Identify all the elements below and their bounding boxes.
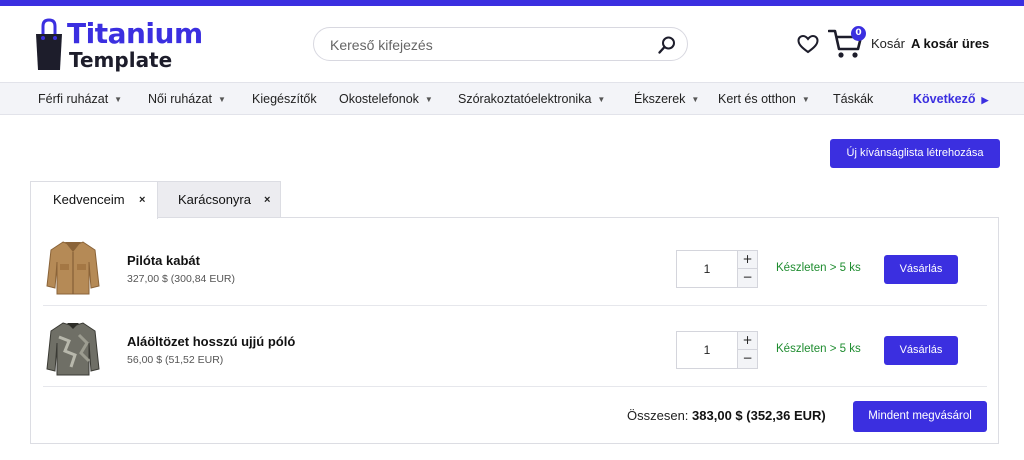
chevron-down-icon: ▼ [801,94,810,104]
nav-item-taskak[interactable]: Táskák [833,83,873,115]
heart-icon[interactable] [797,34,819,54]
chevron-down-icon: ▼ [424,94,433,104]
wishlist-item: Aláöltözet hosszú ujjú póló 56,00 $ (51,… [43,307,987,387]
wishlist-panel: Pilóta kabát 327,00 $ (300,84 EUR) + − K… [30,217,999,444]
cart-label[interactable]: Kosár [871,36,905,51]
stock-status: Készleten > 5 ks [776,262,861,274]
tab-kedvenceim[interactable]: Kedvenceim × [30,181,158,219]
buy-all-button[interactable]: Mindent megvásárol [853,401,987,432]
nav-item-okostelefonok[interactable]: Okostelefonok ▼ [339,83,433,115]
create-wishlist-button[interactable]: Új kívánságlista létrehozása [830,139,1000,168]
tab-label: Kedvenceim [53,192,125,207]
tab-karacsonyra[interactable]: Karácsonyra × [157,181,281,218]
nav-item-label: Kiegészítők [252,92,317,106]
category-nav: Férfi ruházat ▼ Női ruházat ▼ Kiegészítők … [0,82,1024,115]
nav-item-label: Ékszerek [634,92,686,106]
stock-status: Készleten > 5 ks [776,343,861,355]
wishlist-total: Összesen: 383,00 $ (352,36 EUR) [627,408,826,423]
logo-title: Titanium [67,17,203,50]
quantity-input[interactable] [677,251,737,287]
chevron-down-icon: ▼ [691,94,700,104]
quantity-decrease-button[interactable]: − [737,350,757,368]
nav-item-ferfi-ruhazat[interactable]: Férfi ruházat ▼ [38,83,122,115]
shirt-image[interactable] [45,317,101,377]
nav-item-noi-ruhazat[interactable]: Női ruházat ▼ [148,83,226,115]
quantity-decrease-button[interactable]: − [737,269,757,287]
shopping-bag-logo-icon [36,18,62,70]
logo-subtitle: Template [69,48,173,72]
tab-label: Karácsonyra [178,192,251,207]
buy-button[interactable]: Vásárlás [884,255,958,284]
quantity-input[interactable] [677,332,737,368]
close-icon[interactable]: × [264,182,270,218]
chevron-down-icon: ▼ [597,94,606,104]
chevron-down-icon: ▼ [114,94,123,104]
quantity-increase-button[interactable]: + [737,251,757,269]
site-header: Titanium Template 0 Kosár A kosár üres [0,6,1024,82]
total-value: 383,00 $ (352,36 EUR) [692,408,826,423]
nav-next-label: Következő [913,92,976,106]
nav-item-label: Okostelefonok [339,92,419,106]
nav-item-label: Szórakoztatóelektronika [458,92,592,106]
wishlist-item: Pilóta kabát 327,00 $ (300,84 EUR) + − K… [43,226,987,306]
close-icon[interactable]: × [139,182,145,218]
cart-status[interactable]: A kosár üres [911,36,989,51]
buy-button[interactable]: Vásárlás [884,336,958,365]
product-name[interactable]: Aláöltözet hosszú ujjú póló [127,334,295,349]
quantity-stepper: + − [676,250,758,288]
nav-item-label: Táskák [833,92,874,106]
product-name[interactable]: Pilóta kabát [127,253,200,268]
nav-item-label: Női ruházat [148,92,212,106]
jacket-image[interactable] [45,236,101,296]
quantity-stepper: + − [676,331,758,369]
cart-count-badge: 0 [851,26,866,41]
search-input[interactable] [330,34,650,56]
search-bar [313,27,688,61]
total-label: Összesen: [627,408,689,423]
nav-item-ekszerek[interactable]: Ékszerek ▼ [634,83,699,115]
nav-item-kiegeszitok[interactable]: Kiegészítők [252,83,317,115]
nav-item-kert-es-otthon[interactable]: Kert és otthon ▼ [718,83,810,115]
nav-item-szorakoztatoelektronika[interactable]: Szórakoztatóelektronika ▼ [458,83,605,115]
quantity-increase-button[interactable]: + [737,332,757,350]
chevron-right-icon: ▶ [981,95,989,105]
product-price: 327,00 $ (300,84 EUR) [127,273,235,285]
product-price: 56,00 $ (51,52 EUR) [127,354,224,366]
site-logo[interactable]: Titanium Template [33,16,223,76]
nav-next-button[interactable]: Következő ▶ [913,83,988,115]
chevron-down-icon: ▼ [217,94,226,104]
nav-item-label: Férfi ruházat [38,92,109,106]
search-icon[interactable] [657,35,677,55]
nav-item-label: Kert és otthon [718,92,796,106]
